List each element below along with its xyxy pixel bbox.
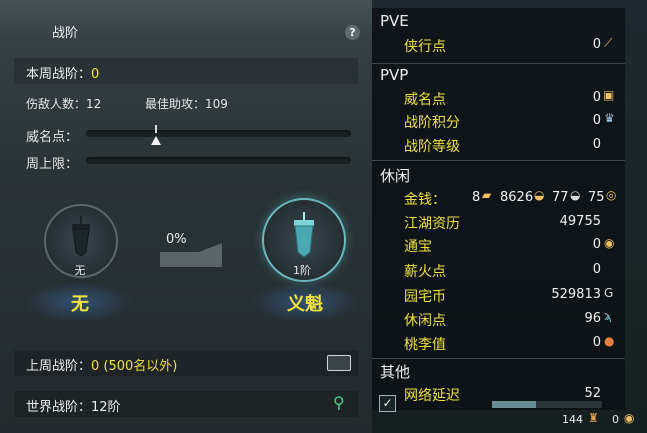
weekly-rank-label: 本周战阶：0 [26, 67, 100, 82]
leisure-points-label: 休闲点 [404, 313, 446, 329]
peach-icon: ● [604, 334, 615, 348]
tongbao-coin-icon: ◉ [604, 236, 615, 250]
home-coin-label: 园宅币 [404, 289, 446, 305]
assists-stat: 最佳助攻：109 [145, 97, 228, 111]
jianghu-seniority-label: 江湖资历 [404, 216, 460, 232]
money-label: 金钱： [404, 192, 446, 208]
tinder-points-value: 0 [592, 262, 601, 277]
section-divider [372, 63, 625, 64]
help-icon[interactable]: ? [345, 25, 360, 40]
pve-header: PVE [380, 12, 409, 30]
rank-panel: 战阶 ? 本周战阶：0 伤敌人数：12 最佳助攻：109 威名点： 周上限： 无… [0, 0, 372, 433]
latency-checkbox[interactable]: ✓ [379, 395, 396, 412]
fame-points-label: 威名点： [26, 130, 79, 145]
crest-icon: ♛ [604, 111, 615, 125]
jianghu-seniority-value: 49755 [559, 214, 601, 229]
next-medal-rank: 1阶 [293, 264, 311, 277]
world-rank-label: 世界战阶：12阶 [26, 400, 121, 415]
section-divider [372, 358, 625, 359]
section-divider [372, 160, 625, 161]
rank-level-label: 战阶等级 [404, 139, 460, 155]
rank-header: 战阶 ? [0, 0, 372, 42]
weekly-rank-value: 0 [91, 67, 100, 82]
world-rank-row: 世界战阶：12阶 [14, 391, 358, 417]
gold-ingot-icon: ▰ [482, 188, 492, 202]
rank-level-value: 0 [592, 137, 601, 152]
other-header: 其他 [380, 363, 411, 381]
kills-stat: 伤敌人数：12 [26, 97, 102, 111]
mentor-value-value: 0 [592, 335, 601, 350]
feather-icon: ϡ [604, 309, 612, 323]
money-copper-value: 77 [552, 190, 569, 205]
money-gold-value: 8 [472, 190, 481, 205]
fame-points-bar [86, 130, 351, 137]
leisure-points-value: 96 [584, 311, 601, 326]
fame-label: 威名点 [404, 92, 446, 108]
last-week-rank-row: 上周战阶：0 (500名以外) [14, 350, 358, 376]
attribute-list: PVE 侠行点 0 ⟋ PVP 威名点 0 ▣ 战阶积分 0 ♛ 战阶等级 0 … [372, 8, 625, 412]
footer-currency: 0 [612, 413, 619, 426]
chivalry-points-label: 侠行点 [404, 39, 446, 55]
character-icon[interactable]: ♜ [588, 411, 599, 425]
leisure-header: 休闲 [380, 167, 411, 185]
last-week-rank-value: 0 (500名以外) [91, 359, 178, 374]
tinder-points-label: 薪火点 [404, 264, 446, 280]
next-medal-name: 义魁 [287, 294, 323, 315]
silver-ingot-icon: ◒ [534, 188, 545, 202]
copper-ingot-icon: ◒ [570, 188, 581, 202]
home-coin-value: 529813 [551, 287, 601, 302]
weekly-cap-bar [86, 157, 351, 164]
money-silver-value: 8626 [500, 190, 534, 205]
currency-coin-icon: ◉ [624, 411, 635, 425]
rank-score-label: 战阶积分 [404, 115, 460, 131]
current-medal-name: 无 [71, 294, 89, 315]
reward-chest-icon[interactable] [327, 355, 351, 371]
latency-value: 52 [584, 386, 601, 401]
rank-progress-base [160, 252, 222, 267]
mask-icon: ▣ [603, 88, 615, 102]
world-rank-value: 12阶 [91, 400, 121, 415]
sword-icon: ⟋ [604, 36, 613, 50]
pvp-header: PVP [380, 66, 409, 84]
attribute-panel: PVE 侠行点 0 ⟋ PVP 威名点 0 ▣ 战阶积分 0 ♛ 战阶等级 0 … [372, 0, 647, 433]
mentor-value-label: 桃李值 [404, 337, 446, 353]
rank-title: 战阶 [52, 26, 79, 41]
money-iron-value: 75 [588, 190, 605, 205]
coin-icon: ◎ [606, 188, 617, 202]
fame-value: 0 [592, 90, 601, 105]
current-medal-rank: 无 [74, 264, 86, 277]
fame-cap-marker [155, 125, 157, 133]
footer-count: 144 [562, 413, 583, 426]
location-pin-icon[interactable]: ⚲ [333, 393, 345, 412]
chivalry-points-value: 0 [592, 37, 601, 52]
last-week-rank-label: 上周战阶：0 (500名以外) [26, 359, 178, 374]
latency-label: 网络延迟 [404, 388, 460, 404]
tongbao-label: 通宝 [404, 239, 432, 255]
weekly-rank-row: 本周战阶：0 [14, 58, 358, 84]
tongbao-value: 0 [592, 237, 601, 252]
latency-bar [492, 401, 602, 408]
rank-score-value: 0 [592, 113, 601, 128]
home-coin-icon: G [604, 286, 614, 300]
weekly-cap-label: 周上限： [26, 157, 79, 172]
fame-pointer-icon [151, 136, 161, 145]
